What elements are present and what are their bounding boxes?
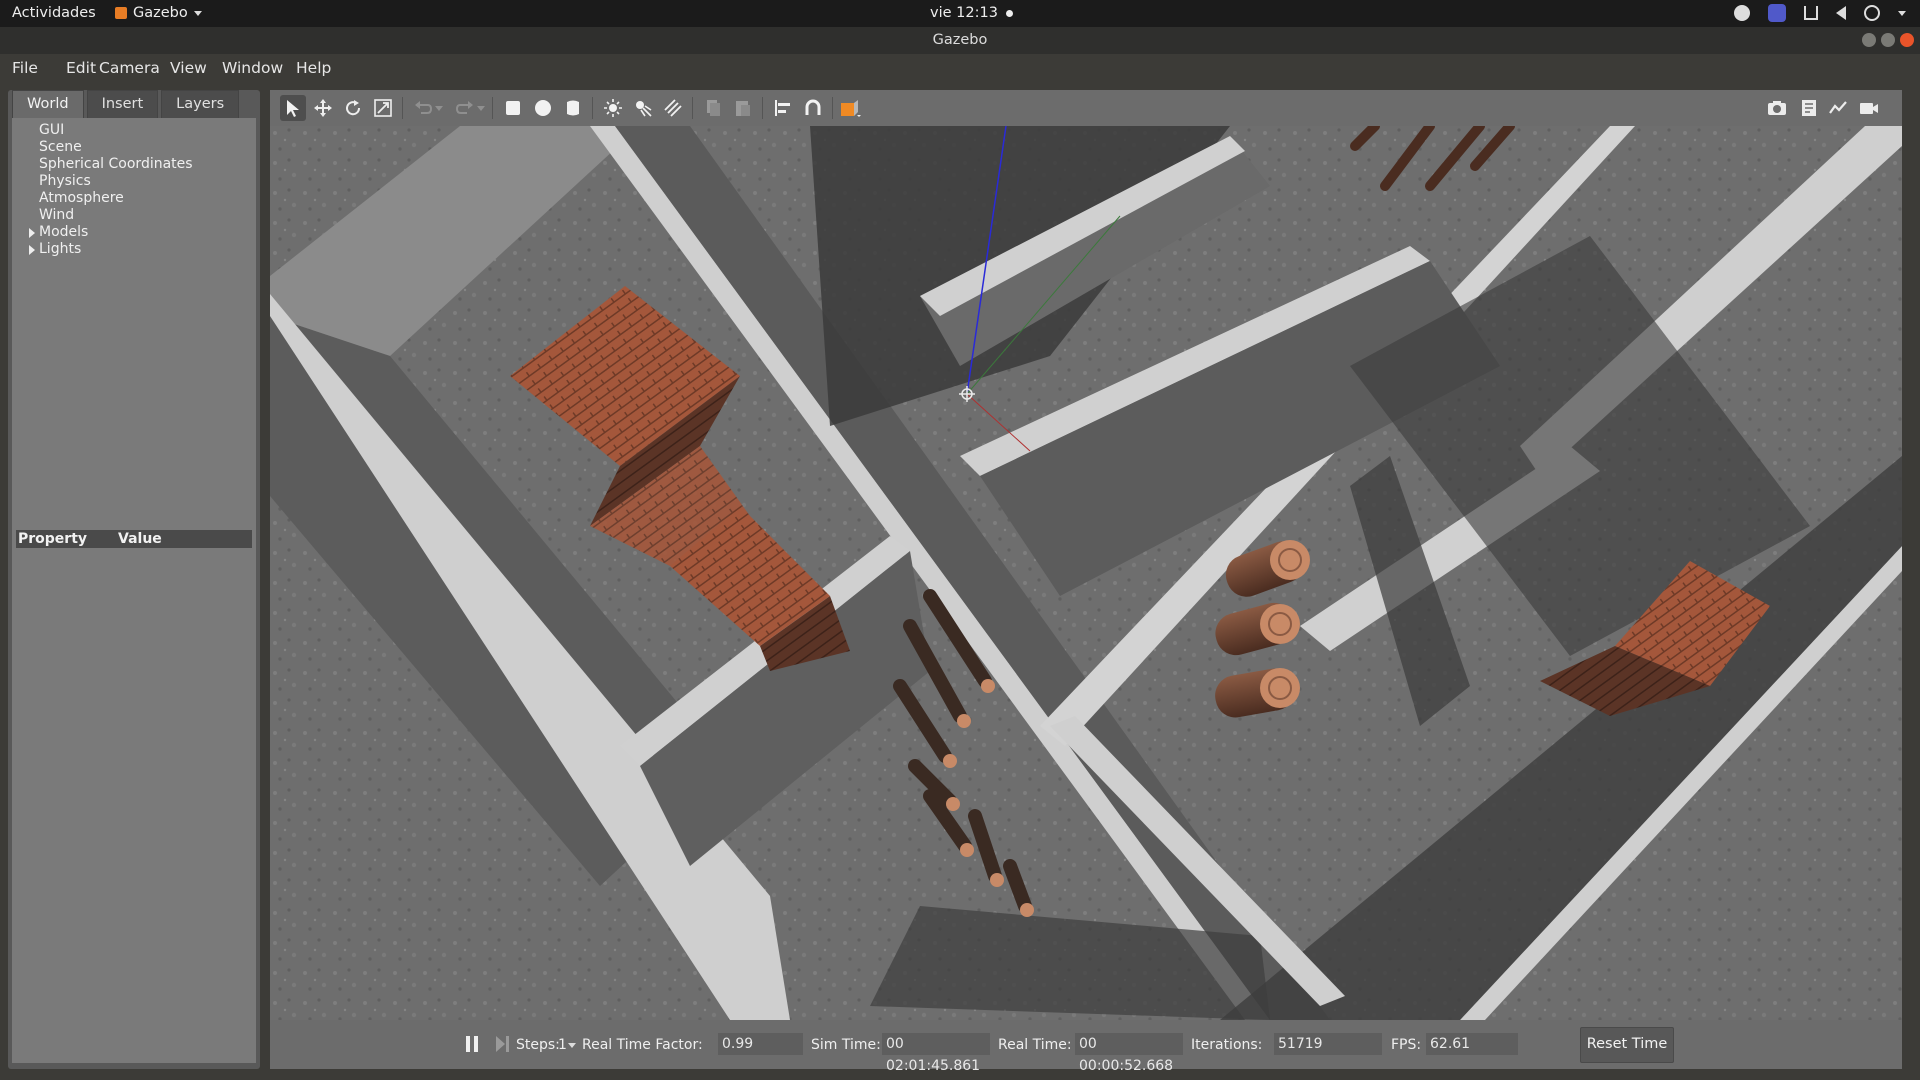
fps-field: 62.61 (1426, 1033, 1518, 1055)
left-panel: World Insert Layers GUI Scene Spherical … (8, 90, 260, 1069)
tree-item-spherical-coordinates[interactable]: Spherical Coordinates (39, 156, 193, 172)
property-table: Property Value (12, 526, 256, 1063)
window-controls (1862, 33, 1914, 47)
expand-arrow-icon[interactable] (29, 245, 35, 255)
system-tray (1734, 4, 1906, 22)
fps-label: FPS: (1391, 1037, 1422, 1053)
tree-item-models[interactable]: Models (39, 224, 88, 240)
window-title: Gazebo (932, 32, 988, 48)
notification-dot-icon (1005, 9, 1013, 17)
tree-item-gui[interactable]: GUI (39, 122, 64, 138)
menu-window[interactable]: Window (222, 59, 283, 77)
close-button[interactable] (1900, 33, 1914, 47)
app-menu-label: Gazebo (133, 5, 188, 21)
tab-world[interactable]: World (12, 90, 84, 118)
point-light-icon[interactable] (600, 95, 626, 121)
menu-file[interactable]: File (12, 59, 38, 77)
toolbar-separator (402, 97, 403, 119)
log-data-icon[interactable] (1796, 95, 1822, 121)
property-column-header: Property (18, 531, 88, 547)
reset-time-button[interactable]: Reset Time (1580, 1027, 1674, 1063)
3d-viewport[interactable] (270, 126, 1902, 1020)
copy-icon[interactable] (700, 95, 726, 121)
spot-light-icon[interactable] (630, 95, 656, 121)
sim-time-label: Sim Time: (811, 1037, 881, 1053)
menu-help[interactable]: Help (296, 59, 331, 77)
real-time-factor-label: Real Time Factor: (582, 1037, 703, 1053)
scale-mode-icon[interactable] (370, 95, 396, 121)
steps-chevron-down-icon[interactable] (568, 1043, 576, 1048)
world-tree: GUI Scene Spherical Coordinates Physics … (12, 118, 256, 526)
select-mode-icon[interactable] (280, 95, 306, 121)
window-title-bar: Gazebo (0, 27, 1920, 54)
power-icon[interactable] (1864, 5, 1880, 21)
property-table-header: Property Value (16, 530, 252, 548)
expand-arrow-icon[interactable] (29, 228, 35, 238)
steps-value[interactable]: 1 (558, 1037, 567, 1053)
tree-item-physics[interactable]: Physics (39, 173, 91, 189)
translate-mode-icon[interactable] (310, 95, 336, 121)
screenshot-icon[interactable] (1764, 95, 1790, 121)
undo-history-icon[interactable] (432, 95, 446, 121)
box-shape-icon[interactable] (500, 95, 526, 121)
step-icon[interactable] (496, 1036, 510, 1052)
align-icon[interactable] (770, 95, 796, 121)
toolbar-separator (692, 97, 693, 119)
value-column-header: Value (118, 531, 162, 547)
menu-edit[interactable]: Edit (66, 59, 96, 77)
rotate-mode-icon[interactable] (340, 95, 366, 121)
steps-label: Steps: (516, 1037, 560, 1053)
gazebo-app-icon (115, 7, 127, 19)
snap-icon[interactable] (800, 95, 826, 121)
tree-item-atmosphere[interactable]: Atmosphere (39, 190, 124, 206)
toolbar-separator (832, 97, 833, 119)
time-panel: Steps: 1 Real Time Factor: 0.99 Sim Time… (270, 1020, 1902, 1074)
view-angle-icon[interactable] (838, 95, 864, 121)
scene-render (270, 126, 1902, 1020)
tab-layers[interactable]: Layers (161, 90, 240, 118)
tree-item-scene[interactable]: Scene (39, 139, 82, 155)
video-record-icon[interactable] (1856, 95, 1882, 121)
directional-light-icon[interactable] (660, 95, 686, 121)
system-menu-chevron-icon[interactable] (1898, 10, 1906, 16)
tab-insert[interactable]: Insert (86, 90, 159, 118)
activities-button[interactable]: Actividades (12, 5, 96, 21)
minimize-button[interactable] (1862, 33, 1876, 47)
left-panel-tabs: World Insert Layers (12, 90, 240, 118)
redo-history-icon[interactable] (474, 95, 488, 121)
sphere-shape-icon[interactable] (530, 95, 556, 121)
iterations-field: 51719 (1274, 1033, 1382, 1055)
main-toolbar (270, 90, 1902, 126)
menu-view[interactable]: View (170, 59, 207, 77)
network-icon[interactable] (1804, 6, 1818, 20)
toolbar-separator (592, 97, 593, 119)
teams-tray-icon[interactable] (1768, 4, 1786, 22)
menu-bar: File Edit Camera View Window Help (0, 54, 1920, 82)
plot-icon[interactable] (1826, 95, 1852, 121)
render-panel: Steps: 1 Real Time Factor: 0.99 Sim Time… (270, 90, 1902, 1074)
cylinder-shape-icon[interactable] (560, 95, 586, 121)
app-menu[interactable]: Gazebo (115, 5, 202, 21)
maximize-button[interactable] (1881, 33, 1895, 47)
tree-item-lights[interactable]: Lights (39, 241, 81, 257)
menu-camera[interactable]: Camera (99, 59, 160, 77)
clock-label: vie 12:13 (930, 5, 998, 21)
toolbar-separator (492, 97, 493, 119)
real-time-field: 00 00:00:52.668 (1075, 1033, 1183, 1074)
pause-icon[interactable] (466, 1036, 480, 1052)
chevron-down-icon (193, 10, 202, 16)
clock[interactable]: vie 12:13 (930, 5, 1013, 21)
iterations-label: Iterations: (1191, 1037, 1263, 1053)
tree-item-wind[interactable]: Wind (39, 207, 74, 223)
info-tray-icon[interactable] (1734, 5, 1750, 21)
paste-icon[interactable] (730, 95, 756, 121)
real-time-label: Real Time: (998, 1037, 1072, 1053)
sim-time-field: 00 02:01:45.861 (882, 1033, 990, 1074)
system-top-bar: Actividades Gazebo vie 12:13 (0, 0, 1920, 27)
volume-icon[interactable] (1836, 6, 1846, 20)
real-time-factor-field: 0.99 (718, 1033, 803, 1055)
toolbar-separator (762, 97, 763, 119)
